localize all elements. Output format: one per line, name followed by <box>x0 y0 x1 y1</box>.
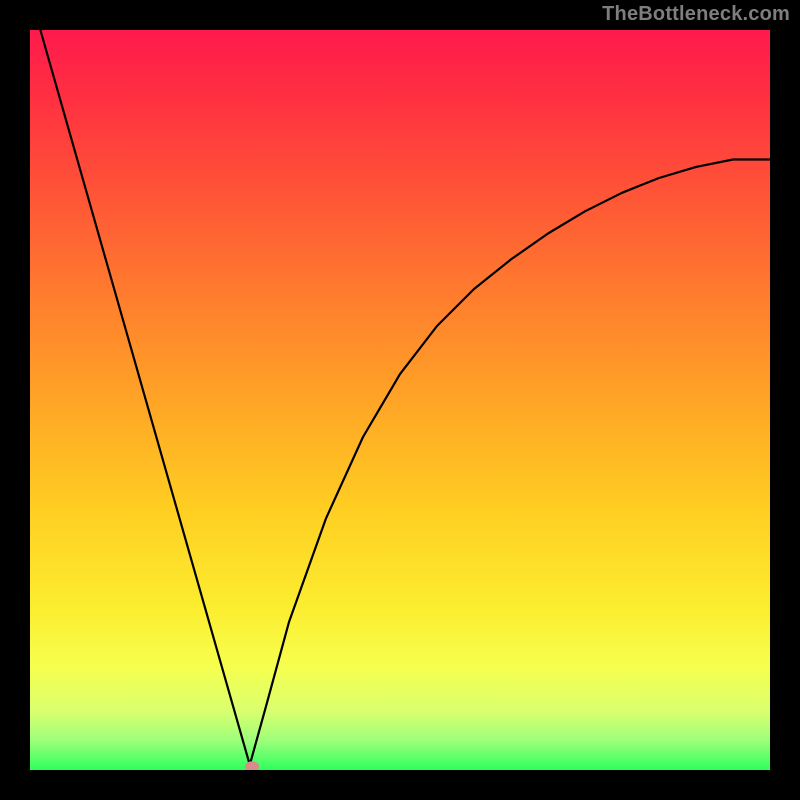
watermark-text: TheBottleneck.com <box>602 3 790 26</box>
plot-area <box>30 30 770 770</box>
min-point-marker <box>245 761 259 770</box>
chart-frame: TheBottleneck.com <box>0 0 800 800</box>
curve-svg <box>30 30 770 770</box>
bottleneck-curve <box>40 30 770 765</box>
